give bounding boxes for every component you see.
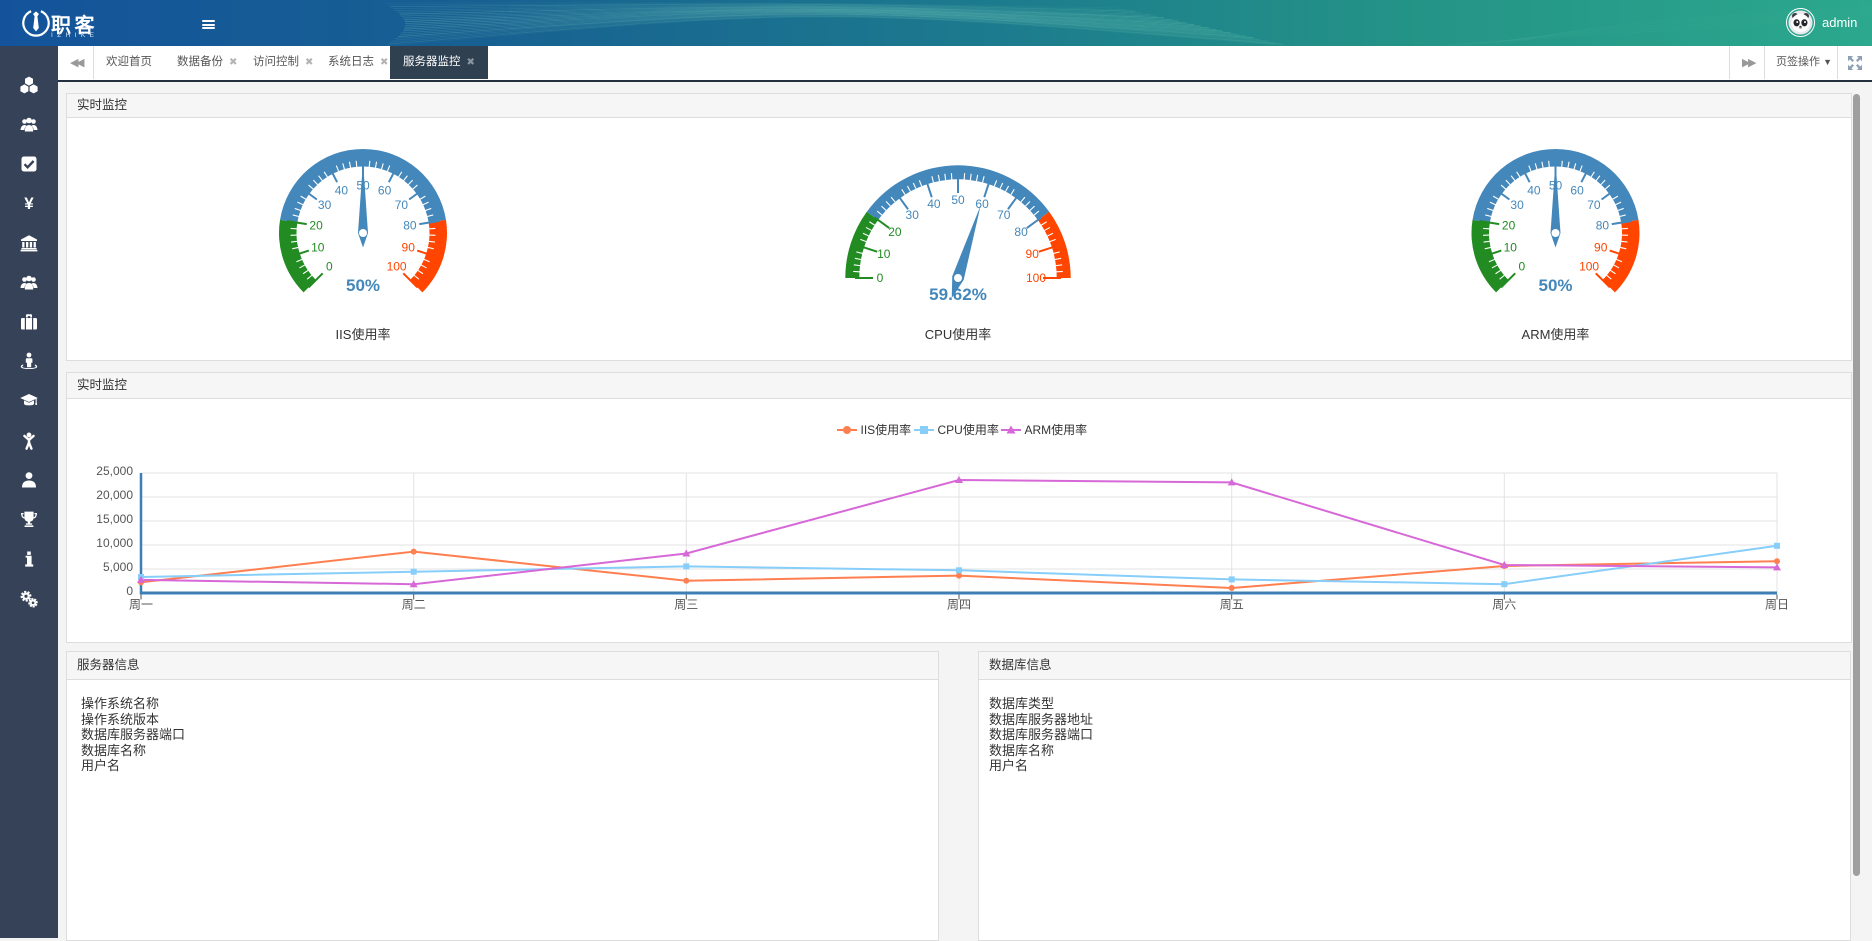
svg-text:100: 100 [387, 260, 407, 274]
svg-text:周日: 周日 [1765, 598, 1789, 612]
svg-text:周三: 周三 [674, 598, 698, 612]
svg-text:100: 100 [1579, 260, 1599, 274]
svg-text:30: 30 [1510, 198, 1524, 212]
svg-text:80: 80 [1596, 219, 1610, 233]
svg-text:20: 20 [888, 225, 902, 239]
svg-text:30: 30 [318, 198, 332, 212]
svg-text:0: 0 [126, 584, 133, 598]
svg-text:50%: 50% [1538, 276, 1572, 295]
svg-text:90: 90 [1026, 247, 1040, 261]
svg-text:20: 20 [309, 219, 323, 233]
svg-text:40: 40 [335, 184, 349, 198]
svg-text:10: 10 [1504, 241, 1518, 255]
svg-text:CPU使用率: CPU使用率 [938, 422, 999, 437]
svg-text:ARM使用率: ARM使用率 [1522, 327, 1590, 342]
svg-text:5,000: 5,000 [103, 560, 133, 574]
svg-text:70: 70 [395, 198, 409, 212]
svg-text:60: 60 [1570, 184, 1584, 198]
svg-text:100: 100 [1026, 271, 1046, 285]
svg-text:80: 80 [403, 219, 417, 233]
svg-text:70: 70 [1587, 198, 1601, 212]
svg-text:30: 30 [906, 208, 920, 222]
svg-text:周一: 周一 [129, 598, 153, 612]
svg-text:40: 40 [1527, 184, 1541, 198]
svg-text:20,000: 20,000 [96, 488, 133, 502]
svg-text:15,000: 15,000 [96, 512, 133, 526]
svg-text:0: 0 [877, 271, 884, 285]
svg-text:CPU使用率: CPU使用率 [925, 327, 991, 342]
svg-text:¥: ¥ [24, 194, 34, 212]
svg-text:ARM使用率: ARM使用率 [1025, 422, 1088, 437]
svg-text:60: 60 [975, 197, 989, 211]
svg-text:90: 90 [402, 241, 416, 255]
svg-text:50: 50 [951, 193, 965, 207]
svg-text:0: 0 [326, 260, 333, 274]
svg-text:50%: 50% [346, 276, 380, 295]
svg-text:周二: 周二 [402, 598, 426, 612]
svg-text:10: 10 [877, 247, 891, 261]
svg-text:IIS使用率: IIS使用率 [336, 327, 391, 342]
svg-text:0: 0 [1519, 260, 1526, 274]
svg-text:20: 20 [1502, 219, 1516, 233]
svg-text:周四: 周四 [947, 598, 971, 612]
svg-text:25,000: 25,000 [96, 464, 133, 478]
svg-text:90: 90 [1594, 241, 1608, 255]
svg-text:10: 10 [311, 241, 325, 255]
svg-text:IIS使用率: IIS使用率 [861, 422, 912, 437]
svg-text:80: 80 [1014, 225, 1028, 239]
svg-text:10,000: 10,000 [96, 536, 133, 550]
svg-text:周五: 周五 [1220, 598, 1244, 612]
svg-text:周六: 周六 [1492, 598, 1516, 612]
svg-text:59.62%: 59.62% [929, 285, 987, 304]
svg-text:70: 70 [997, 208, 1011, 222]
svg-text:40: 40 [927, 197, 941, 211]
svg-text:60: 60 [378, 184, 392, 198]
